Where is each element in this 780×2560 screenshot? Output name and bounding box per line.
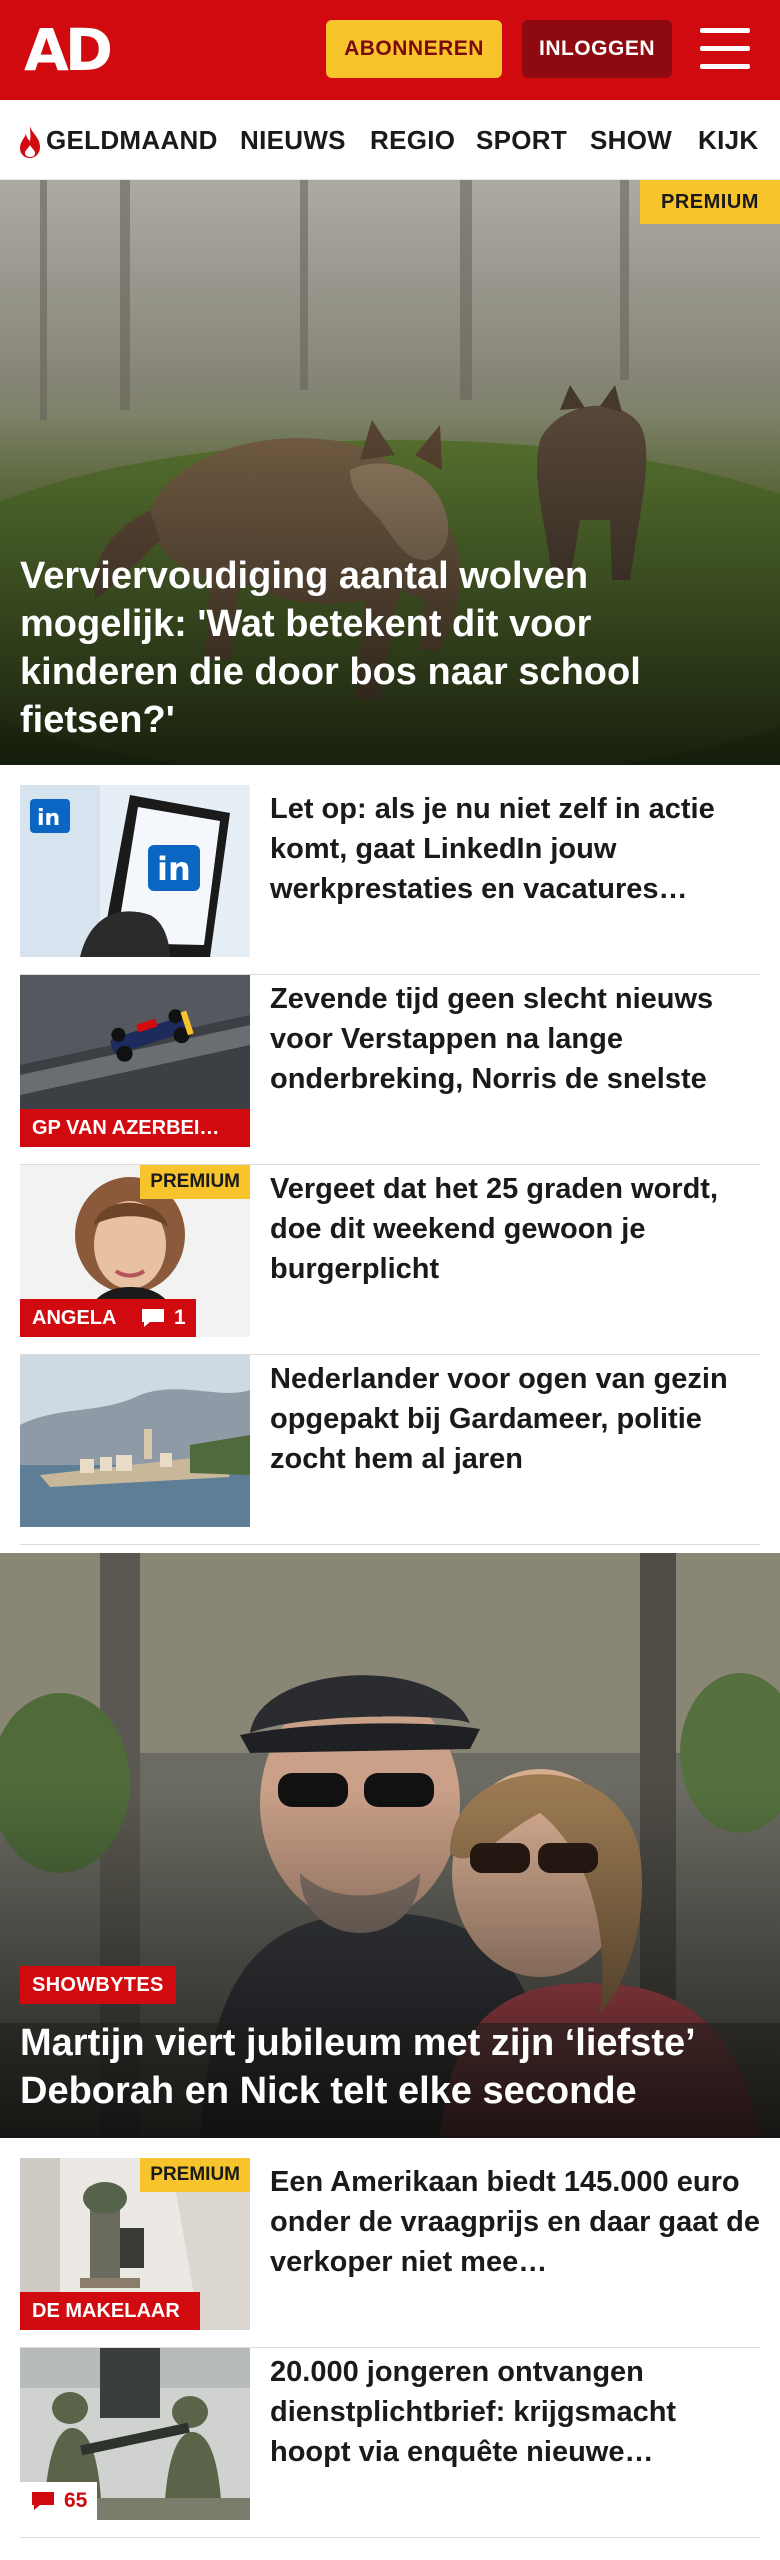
nav-item-kijk[interactable]: KIJK [698,100,758,180]
svg-text:in: in [157,850,191,888]
list-item[interactable]: PREMIUM DE MAKELAAR Een Amerikaan biedt … [20,2158,760,2348]
article-title[interactable]: Vergeet dat het 25 graden wordt, doe dit… [270,1169,760,1289]
article-thumbnail: PREMIUM ANGELA 1 [20,1165,250,1337]
subscribe-button[interactable]: ABONNEREN [326,20,502,78]
list-item[interactable]: in in Let op: als je nu niet zelf in act… [20,785,760,975]
article-thumbnail [20,1355,250,1527]
article-title[interactable]: 20.000 jongeren ontvangen dienstplichtbr… [270,2352,760,2472]
svg-text:in: in [37,806,60,831]
section-nav: GELDMAAND NIEUWS REGIO SPORT SHOW KIJK [0,100,780,180]
article-title[interactable]: Zevende tijd geen slecht nieuws voor Ver… [270,979,760,1099]
premium-badge: PREMIUM [140,2158,250,2192]
flame-icon [20,126,40,159]
comment-count[interactable]: 1 [130,1299,196,1337]
list-item[interactable]: PREMIUM ANGELA 1 Vergeet dat het 25 grad… [20,1165,760,1355]
category-tag[interactable]: DE MAKELAAR [20,2292,200,2330]
hero-article-showbytes[interactable]: SHOWBYTES Martijn viert jubileum met zij… [0,1553,780,2138]
top-bar: AD ABONNEREN INLOGGEN [0,0,780,100]
lake-garda-photo [20,1355,250,1527]
login-button[interactable]: INLOGGEN [522,20,672,78]
list-item[interactable]: GP VAN AZERBEI… Zevende tijd geen slecht… [20,975,760,1165]
article-title[interactable]: Let op: als je nu niet zelf in actie kom… [270,789,760,909]
hero-article-wolves[interactable]: PREMIUM Verviervoudiging aantal wolven m… [0,180,780,765]
comment-count-value: 1 [174,1306,186,1329]
list-item[interactable]: Nederlander voor ogen van gezin opgepakt… [20,1355,760,1545]
category-tag[interactable]: GP VAN AZERBEI… [20,1109,250,1147]
comment-icon [142,1309,164,1327]
nav-item-regio[interactable]: REGIO [370,100,455,180]
article-thumbnail: GP VAN AZERBEI… [20,975,250,1147]
category-tag[interactable]: SHOWBYTES [20,1966,176,2004]
article-thumbnail: 65 [20,2348,250,2520]
nav-item-sport[interactable]: SPORT [476,100,567,180]
premium-badge: PREMIUM [640,180,780,224]
premium-badge: PREMIUM [140,1165,250,1199]
article-thumbnail: PREMIUM DE MAKELAAR [20,2158,250,2330]
article-title[interactable]: Nederlander voor ogen van gezin opgepakt… [270,1359,760,1479]
list-item[interactable]: 65 20.000 jongeren ontvangen dienstplich… [20,2348,760,2538]
hamburger-menu-icon[interactable] [700,26,754,72]
article-title[interactable]: Een Amerikaan biedt 145.000 euro onder d… [270,2162,760,2282]
nav-label: GELDMAAND [46,125,218,155]
ad-logo[interactable]: AD [24,21,120,79]
article-thumbnail: in in [20,785,250,957]
category-tag[interactable]: ANGELA [20,1299,130,1337]
nav-item-nieuws[interactable]: NIEUWS [240,100,346,180]
nav-item-geldmaand[interactable]: GELDMAAND [16,100,218,180]
hero-title[interactable]: Verviervoudiging aantal wolven mogelijk:… [20,552,760,744]
comment-count-value: 65 [64,2489,88,2512]
comment-count[interactable]: 65 [20,2482,98,2520]
nav-item-show[interactable]: SHOW [590,100,672,180]
comment-icon [32,2492,54,2510]
hero-title[interactable]: Martijn viert jubileum met zijn ‘liefste… [20,2019,760,2115]
linkedin-phone-photo: in in [20,785,250,957]
